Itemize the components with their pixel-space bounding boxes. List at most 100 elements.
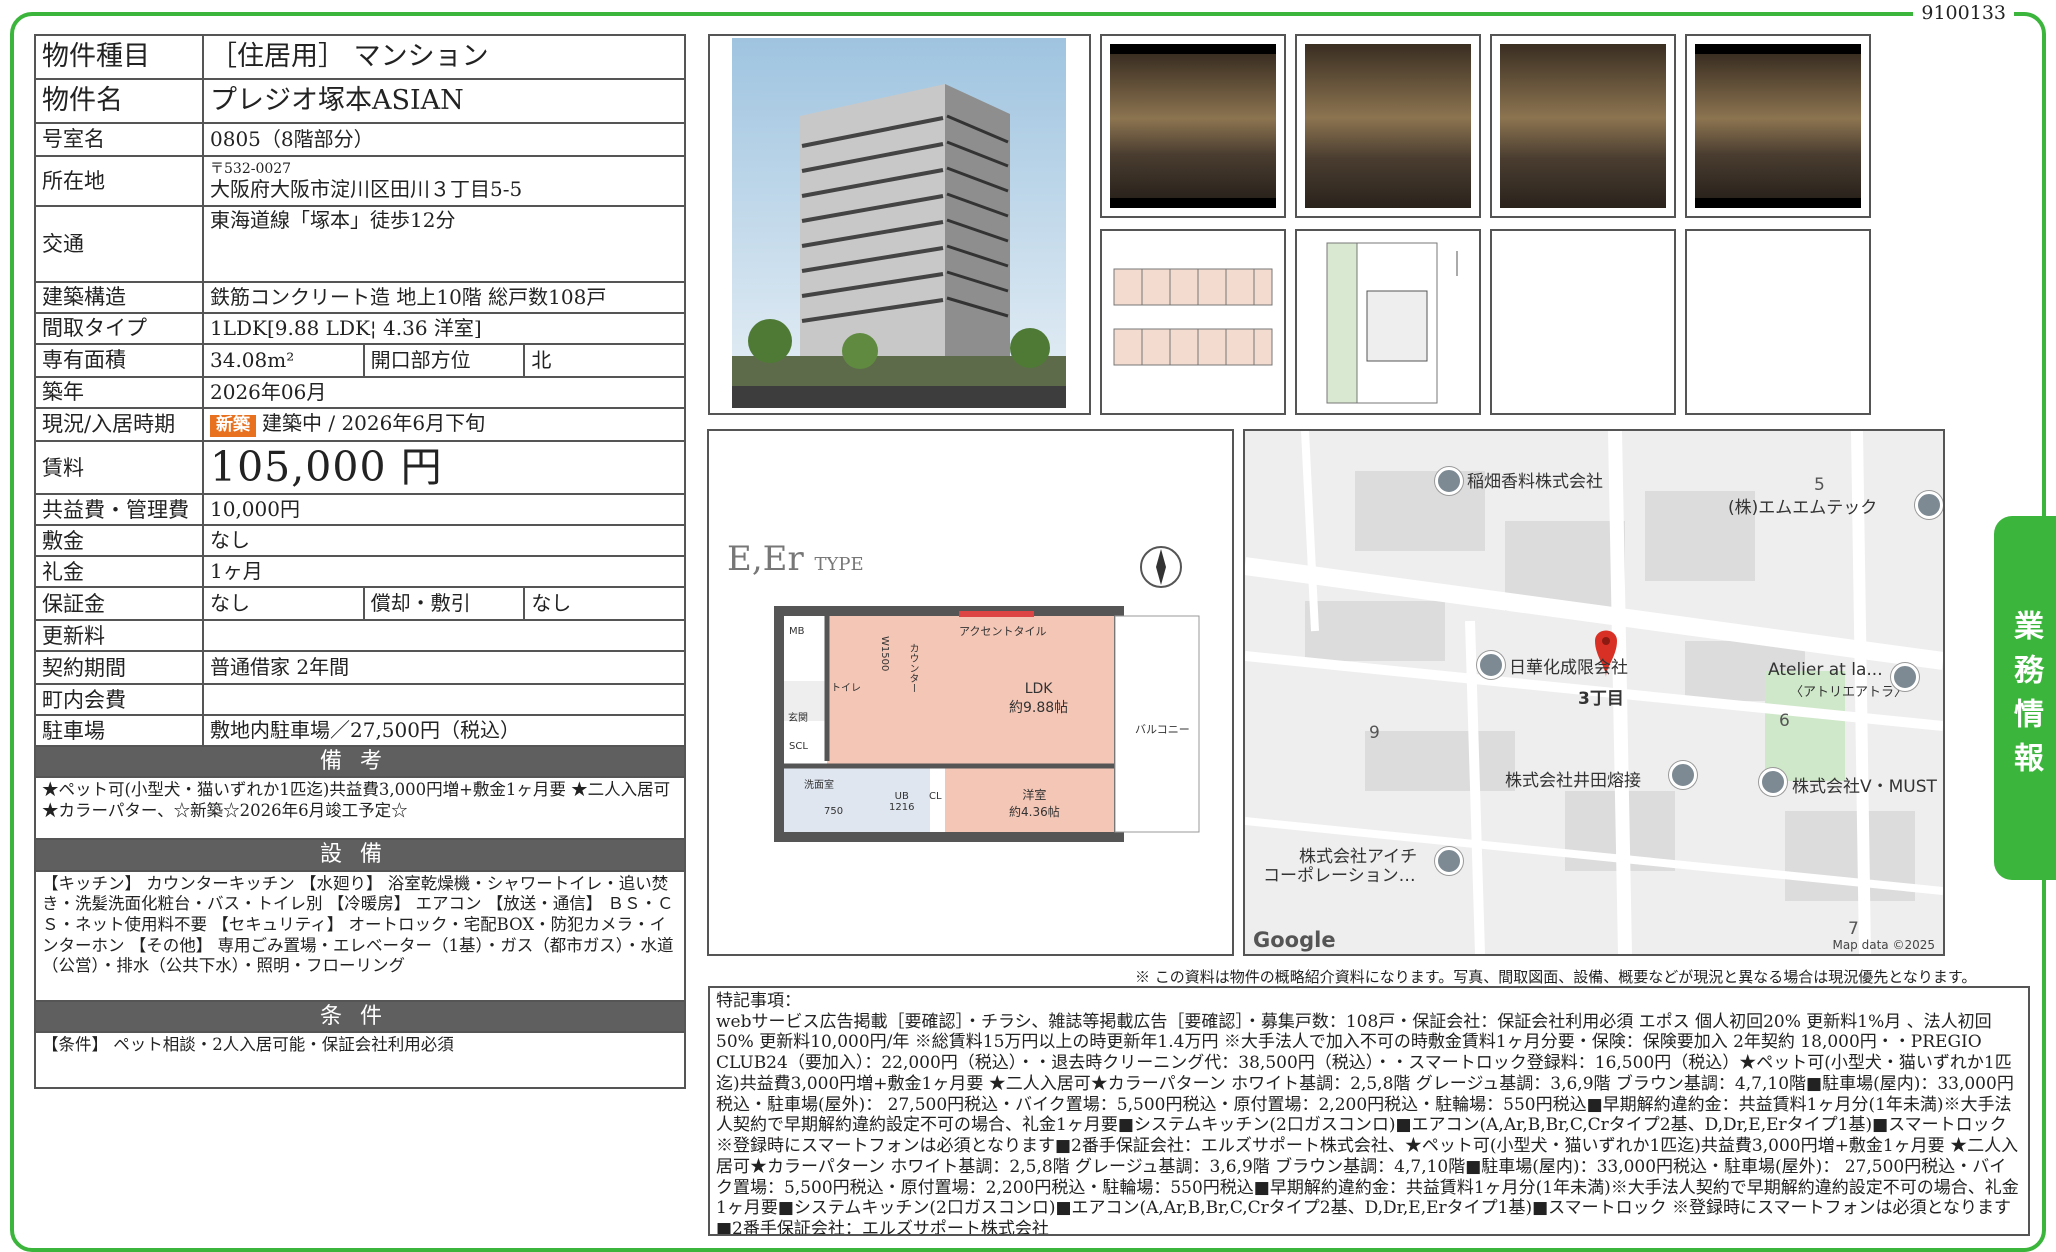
value-property-name: プレジオ塚本ASIAN [202,78,686,124]
remarks-header: 備考 [34,745,686,779]
entrance-photo-4[interactable] [1685,34,1871,218]
value-address: 〒532-0027 大阪府大阪市淀川区田川３丁目5-5 [202,155,686,207]
map-label-atelier: Atelier at la... [1768,660,1883,680]
building-illustration [732,38,1066,408]
business-info-tab[interactable]: 業務情報 [1994,516,2056,880]
label-town-fee: 町内会費 [34,683,204,717]
value-status: 新築 建築中 / 2026年6月下旬 [202,407,686,442]
room-cl: CL [929,791,942,802]
value-area: 34.08m² [202,343,365,378]
empty-thumbnail-1 [1490,229,1676,415]
floor-plan-drawing [774,546,1200,842]
map-pin-icon[interactable] [1915,491,1943,519]
location-map[interactable]: 稲畑香料株式会社 (株)エムエムテック 日華化成限会社 Atelier at l… [1243,429,1945,956]
map-number-5: 5 [1814,475,1825,495]
document-id: 9100133 [1913,2,2014,24]
postal-code: 〒532-0027 [210,161,292,178]
value-renewal [202,619,686,653]
map-label-v-must: 株式会社V・MUST [1792,777,1937,797]
value-amortization: なし [523,586,686,622]
value-access: 東海道線「塚本」徒歩12分 [202,205,686,283]
map-pin-icon[interactable] [1891,663,1919,691]
map-pin-icon[interactable] [1669,761,1697,789]
map-number-7: 7 [1848,919,1859,939]
room-accent-tile: アクセントタイル [959,625,1047,638]
label-amortization: 償却・敷引 [362,586,526,622]
value-orientation: 北 [523,343,686,378]
map-pin-icon[interactable] [1477,651,1505,679]
equipment-header: 設備 [34,838,686,872]
room-toilet: トイレ [831,683,861,694]
label-common-fee: 共益費・管理費 [34,493,204,527]
value-property-type: ［住居用］ マンション [202,34,686,80]
label-property-type: 物件種目 [34,34,204,80]
dim-750: 750 [824,806,844,817]
remarks-text: ★ペット可(小型犬・猫いずれか1匹迄)共益費3,000円増+敷金1ヶ月要 ★二人… [34,776,686,841]
map-label-3chome: 3丁目 [1578,689,1624,709]
label-property-name: 物件名 [34,78,204,124]
map-attribution: Map data ©2025 [1832,938,1935,952]
conditions-header: 条件 [34,999,686,1034]
dim-w1500: W1500 [879,636,890,672]
label-key-money: 礼金 [34,555,204,589]
label-structure: 建築構造 [34,281,204,314]
room-mb: MB [789,626,805,637]
value-contract: 普通借家 2年間 [202,650,686,686]
map-number-9: 9 [1369,723,1380,743]
map-label-ida: 株式会社井田熔接 [1505,771,1641,791]
map-pin-icon[interactable] [1435,847,1463,875]
entrance-photo-1[interactable] [1100,34,1286,218]
google-logo: Google [1253,928,1336,952]
map-pin-icon[interactable] [1435,467,1463,495]
value-key-money: 1ヶ月 [202,555,686,589]
map-number-6: 6 [1779,711,1790,731]
label-orientation: 開口部方位 [362,343,526,378]
label-area: 専有面積 [34,343,204,378]
map-pin-icon[interactable] [1759,768,1787,796]
special-notes-body: webサービス広告掲載［要確認］・チラシ、雑誌等掲載広告［要確認］・募集戸数：1… [716,1011,2019,1236]
room-washroom: 洗面室 [804,780,834,791]
value-structure: 鉄筋コンクリート造 地上10階 総戸数108戸 [202,281,686,314]
label-contract: 契約期間 [34,650,204,686]
map-label-nikka: 日華化成限会社 [1509,658,1628,678]
map-label-corporation: コーポレーション… [1263,866,1416,886]
site-plan-thumbnail[interactable] [1295,229,1481,415]
floor-plan[interactable]: E,Er TYPE LDK 約9.88帖 洋室 約4.36帖 アクセントタイル … [707,429,1234,956]
value-guarantee: なし [202,586,365,622]
property-details-table: 物件種目 ［住居用］ マンション 物件名 プレジオ塚本ASIAN 号室名 0805（8… [34,34,686,1090]
entrance-photo-2[interactable] [1295,34,1481,218]
value-layout: 1LDK[9.88 LDK¦ 4.36 洋室] [202,312,686,345]
value-room: 0805（8階部分） [202,122,686,157]
floor-layout-drawing [1113,268,1273,366]
label-guarantee: 保証金 [34,586,204,622]
label-access: 交通 [34,205,204,283]
map-label-inabata: 稲畑香料株式会社 [1467,472,1603,492]
equipment-text: 【キッチン】 カウンターキッチン 【水廻り】 浴室乾燥機・シャワートイレ・追い焚… [34,869,686,1002]
value-town-fee [202,683,686,717]
disclaimer-caption: ※ この資料は物件の概略紹介資料になります。写真、間取図面、設備、概要などが現況… [1135,968,1977,986]
value-common-fee: 10,000円 [202,493,686,527]
label-deposit: 敷金 [34,524,204,558]
label-rent: 賃料 [34,439,204,496]
value-rent: 105,000 円 [202,439,686,496]
room-ldk: LDK 約9.88帖 [1009,681,1069,716]
status-text: 建築中 / 2026年6月下旬 [262,411,486,436]
label-address: 所在地 [34,155,204,207]
label-room: 号室名 [34,122,204,157]
building-exterior-photo[interactable] [708,34,1091,415]
map-label-atelier-kana: 〈アトリエアトラ〉 [1790,685,1908,700]
room-unit-bath: UB 1216 [889,791,915,813]
room-entrance: 玄関 [788,713,808,724]
address-text: 大阪府大阪市淀川区田川３丁目5-5 [210,176,523,201]
label-parking: 駐車場 [34,714,204,748]
special-notes-title: 特記事項： [716,991,801,1011]
label-layout: 間取タイプ [34,312,204,345]
room-counter: カウンター [907,643,918,693]
site-plan-drawing [1326,242,1458,404]
label-renewal: 更新料 [34,619,204,653]
room-balcony: バルコニー [1135,723,1190,736]
map-label-mm-tech: (株)エムエムテック [1728,498,1878,518]
floor-layout-thumbnail[interactable] [1100,229,1286,415]
room-western: 洋室 約4.36帖 [1009,788,1060,819]
entrance-photo-3[interactable] [1490,34,1676,218]
